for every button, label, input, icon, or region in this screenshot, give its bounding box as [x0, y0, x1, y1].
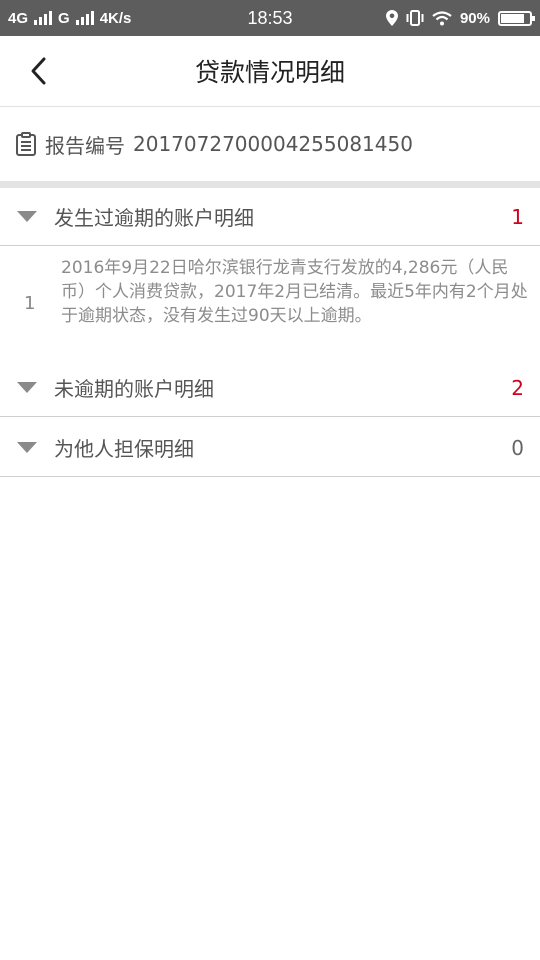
report-number-row: 报告编号 2017072700004255081450	[0, 107, 540, 181]
section-overdue-accounts[interactable]: 发生过逾期的账户明细 1	[0, 188, 540, 246]
section-divider	[0, 181, 540, 188]
status-bar-right: 90%	[385, 0, 535, 36]
wifi-icon	[432, 10, 452, 25]
section-title: 发生过逾期的账户明细	[54, 206, 254, 230]
section-count: 0	[511, 435, 524, 460]
app-header: 贷款情况明细	[0, 36, 540, 107]
page-title: 贷款情况明细	[194, 58, 345, 87]
section-non-overdue-accounts[interactable]: 未逾期的账户明细 2	[0, 359, 540, 417]
section-count: 2	[511, 375, 524, 400]
battery-percent: 90%	[459, 9, 490, 27]
status-bar: 4G G 4K/s 18:53 90%	[0, 0, 540, 36]
report-number-label: 报告编号	[45, 133, 125, 158]
location-icon	[385, 10, 398, 26]
battery-icon	[498, 10, 535, 26]
section-title: 未逾期的账户明细	[54, 377, 214, 401]
clipboard-icon	[15, 132, 37, 156]
section-title: 为他人担保明细	[54, 437, 194, 461]
list-item: 1 2016年9月22日哈尔滨银行龙青支行发放的4,286元（人民币）个人消费贷…	[0, 248, 540, 358]
list-item-text: 2016年9月22日哈尔滨银行龙青支行发放的4,286元（人民币）个人消费贷款，…	[61, 258, 528, 326]
triangle-down-icon	[17, 382, 37, 393]
triangle-down-icon	[17, 442, 37, 453]
vibrate-icon	[406, 10, 424, 26]
list-item-index: 1	[24, 292, 36, 314]
report-number-value: 2017072700004255081450	[133, 132, 413, 156]
section-count: 1	[511, 204, 524, 229]
section-guarantees-for-others[interactable]: 为他人担保明细 0	[0, 419, 540, 477]
triangle-down-icon	[17, 211, 37, 222]
